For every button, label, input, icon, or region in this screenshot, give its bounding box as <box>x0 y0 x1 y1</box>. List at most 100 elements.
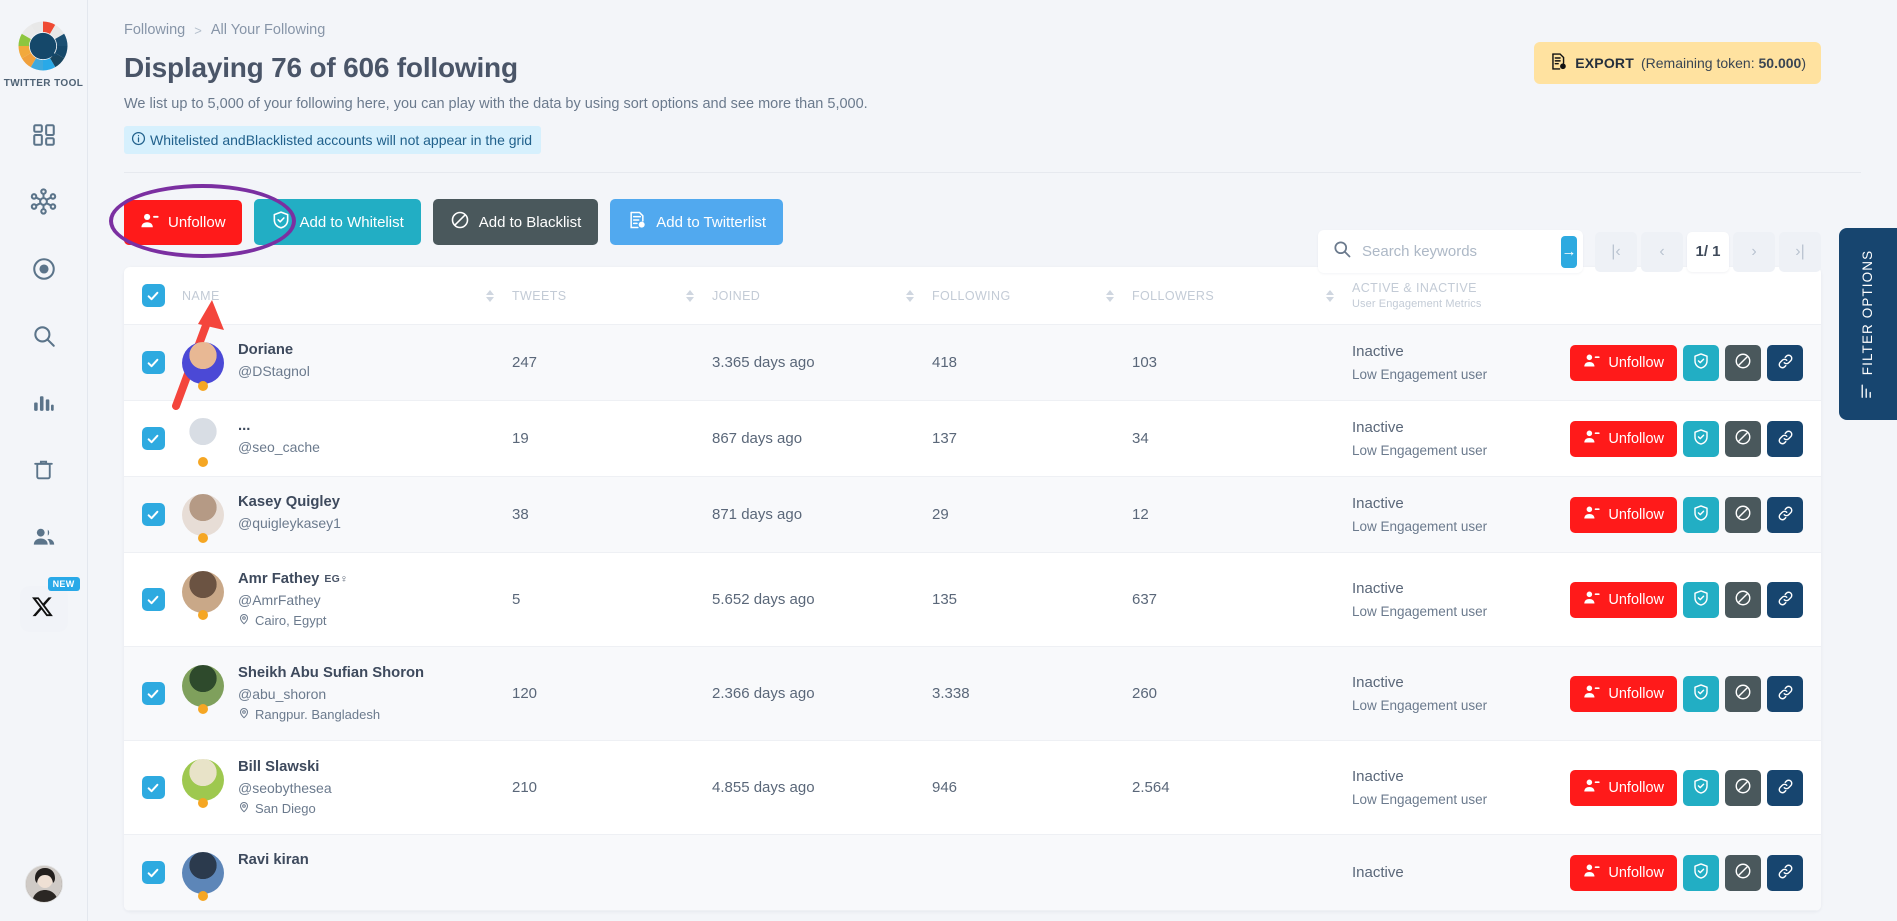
sidebar-item-target[interactable] <box>22 251 66 291</box>
sort-toggle-tweets[interactable] <box>686 289 694 302</box>
row-unfollow-button[interactable]: Unfollow <box>1570 854 1677 891</box>
row-unfollow-button[interactable]: Unfollow <box>1570 344 1677 381</box>
select-all-checkbox[interactable] <box>141 284 165 307</box>
table-row[interactable]: Bill Slawski @seobythesea San Diego 210 4.85… <box>124 741 1821 835</box>
row-whitelist-button[interactable] <box>1683 420 1719 457</box>
row-checkbox[interactable] <box>141 776 165 799</box>
avatar[interactable] <box>24 865 63 903</box>
row-copy-link-button[interactable] <box>1767 675 1803 712</box>
row-blacklist-button[interactable] <box>1725 769 1761 806</box>
row-copy-link-button[interactable] <box>1767 496 1803 533</box>
user-name[interactable]: Sheikh Abu Sufian Shoron <box>238 665 424 681</box>
user-name[interactable]: Ravi kiran <box>238 852 309 868</box>
row-unfollow-button[interactable]: Unfollow <box>1570 420 1677 457</box>
search-input[interactable] <box>1362 243 1561 260</box>
row-blacklist-button[interactable] <box>1725 854 1761 891</box>
row-whitelist-button[interactable] <box>1683 581 1719 618</box>
row-copy-link-button[interactable] <box>1767 854 1803 891</box>
sidebar-item-x[interactable]: NEW <box>19 577 80 632</box>
user-handle[interactable]: @DStagnol <box>238 363 310 379</box>
add-to-whitelist-button[interactable]: Add to Whitelist <box>253 199 421 245</box>
row-checkbox[interactable] <box>141 427 165 450</box>
row-whitelist-button[interactable] <box>1683 344 1719 381</box>
filter-options-tab[interactable]: FILTER OPTIONS <box>1839 228 1897 420</box>
table-row[interactable]: Sheikh Abu Sufian Shoron @abu_shoron Rangp… <box>124 647 1821 741</box>
user-handle[interactable]: @seobythesea <box>238 780 332 796</box>
sidebar-item-analytics[interactable] <box>22 385 66 425</box>
sort-toggle-joined[interactable] <box>906 289 914 302</box>
table-row[interactable]: Kasey Quigley @quigleykasey1 38 871 days ag… <box>124 477 1821 553</box>
avatar[interactable] <box>182 665 224 707</box>
table-row[interactable]: Amr Fathey EG♀ @AmrFathey Cairo, Egypt 5 5.65… <box>124 553 1821 647</box>
row-whitelist-button[interactable] <box>1683 769 1719 806</box>
column-header-name[interactable]: NAME <box>182 289 512 303</box>
divider <box>124 172 1861 173</box>
sidebar-item-users[interactable] <box>22 519 66 559</box>
user-handle[interactable]: @quigleykasey1 <box>238 515 341 531</box>
pagination-current-page[interactable]: 1/ 1 <box>1687 231 1729 272</box>
table-row[interactable]: Ravi kiran Inactive Unfollow <box>124 835 1821 911</box>
avatar[interactable] <box>182 851 224 894</box>
sidebar-item-network[interactable] <box>22 184 66 224</box>
user-handle[interactable]: @abu_shoron <box>238 686 424 702</box>
avatar[interactable] <box>182 493 224 536</box>
row-unfollow-button[interactable]: Unfollow <box>1570 581 1677 618</box>
sort-toggle-followers[interactable] <box>1326 289 1334 302</box>
row-whitelist-button[interactable] <box>1683 675 1719 712</box>
avatar[interactable] <box>182 417 224 460</box>
row-copy-link-button[interactable] <box>1767 581 1803 618</box>
bulk-unfollow-button[interactable]: Unfollow <box>124 199 242 245</box>
row-checkbox[interactable] <box>141 351 165 374</box>
table-row[interactable]: ... @seo_cache 19 867 days ago 137 34 Inactive… <box>124 401 1821 477</box>
sort-toggle-name[interactable] <box>486 289 494 302</box>
avatar[interactable] <box>182 571 224 613</box>
row-copy-link-button[interactable] <box>1767 420 1803 457</box>
breadcrumb-root[interactable]: Following <box>124 22 185 38</box>
pagination-first-button[interactable]: |‹ <box>1595 231 1637 272</box>
row-copy-link-button[interactable] <box>1767 344 1803 381</box>
add-to-blacklist-button[interactable]: Add to Blacklist <box>432 199 599 245</box>
avatar[interactable] <box>182 759 224 801</box>
user-name[interactable]: Kasey Quigley <box>238 494 341 510</box>
row-checkbox[interactable] <box>141 503 165 526</box>
pagination-next-button[interactable]: › <box>1733 231 1775 272</box>
user-name[interactable]: Amr Fathey EG♀ <box>238 571 348 587</box>
row-blacklist-button[interactable] <box>1725 496 1761 533</box>
add-to-twitterlist-button[interactable]: Add to Twitterlist <box>610 199 784 245</box>
brand-logo[interactable]: TWITTER TOOL <box>4 18 84 89</box>
row-checkbox[interactable] <box>141 588 165 611</box>
row-whitelist-button[interactable] <box>1683 496 1719 533</box>
column-header-joined[interactable]: JOINED <box>712 289 932 303</box>
pagination-last-button[interactable]: ›| <box>1779 231 1821 272</box>
export-button[interactable]: EXPORT (Remaining token: 50.000) <box>1534 42 1821 84</box>
breadcrumb-current[interactable]: All Your Following <box>211 22 325 38</box>
row-blacklist-button[interactable] <box>1725 420 1761 457</box>
user-name[interactable]: Doriane <box>238 342 310 358</box>
user-name[interactable]: ... <box>238 418 320 434</box>
sidebar-item-trash[interactable] <box>22 452 66 492</box>
avatar[interactable] <box>182 341 224 384</box>
search-box[interactable]: → <box>1318 230 1583 273</box>
row-whitelist-button[interactable] <box>1683 854 1719 891</box>
row-blacklist-button[interactable] <box>1725 581 1761 618</box>
column-header-followers[interactable]: FOLLOWERS <box>1132 289 1352 303</box>
row-unfollow-button[interactable]: Unfollow <box>1570 769 1677 806</box>
row-checkbox[interactable] <box>141 861 165 884</box>
column-header-tweets[interactable]: TWEETS <box>512 289 712 303</box>
user-handle[interactable]: @AmrFathey <box>238 592 348 608</box>
sidebar-item-search[interactable] <box>22 318 66 358</box>
sort-toggle-following[interactable] <box>1106 289 1114 302</box>
sidebar-item-dashboard[interactable] <box>22 117 66 157</box>
row-blacklist-button[interactable] <box>1725 344 1761 381</box>
row-checkbox[interactable] <box>141 682 165 705</box>
pagination-prev-button[interactable]: ‹ <box>1641 231 1683 272</box>
row-unfollow-button[interactable]: Unfollow <box>1570 675 1677 712</box>
row-blacklist-button[interactable] <box>1725 675 1761 712</box>
user-handle[interactable]: @seo_cache <box>238 439 320 455</box>
row-unfollow-button[interactable]: Unfollow <box>1570 496 1677 533</box>
column-header-following[interactable]: FOLLOWING <box>932 289 1132 303</box>
row-copy-link-button[interactable] <box>1767 769 1803 806</box>
search-submit-button[interactable]: → <box>1561 235 1577 268</box>
user-name[interactable]: Bill Slawski <box>238 759 332 775</box>
table-row[interactable]: Doriane @DStagnol 247 3.365 days ago 418 103 I… <box>124 325 1821 401</box>
